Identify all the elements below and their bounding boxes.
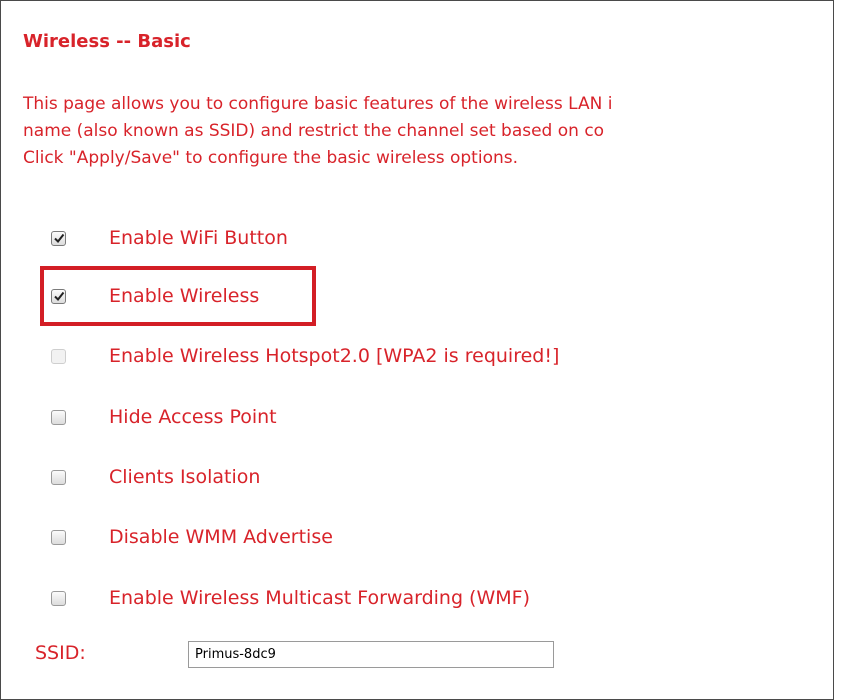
option-enable-hotspot2: Enable Wireless Hotspot2.0 [WPA2 is requ…: [51, 343, 559, 369]
option-hide-access-point[interactable]: Hide Access Point: [51, 404, 277, 430]
option-label: Clients Isolation: [109, 466, 261, 488]
enable-wmf-checkbox[interactable]: [51, 590, 66, 606]
option-label: Disable WMM Advertise: [109, 526, 333, 548]
option-label: Hide Access Point: [109, 406, 277, 428]
option-disable-wmm-advertise[interactable]: Disable WMM Advertise: [51, 524, 333, 550]
option-label: Enable WiFi Button: [109, 227, 288, 249]
hide-access-point-checkbox[interactable]: [51, 409, 66, 425]
enable-hotspot2-checkbox: [51, 348, 66, 364]
checkmark-icon: [53, 233, 64, 244]
disable-wmm-advertise-checkbox[interactable]: [51, 529, 66, 545]
option-label: Enable Wireless Hotspot2.0 [WPA2 is requ…: [109, 345, 560, 367]
ssid-label: SSID:: [35, 642, 86, 664]
option-enable-wifi-button[interactable]: Enable WiFi Button: [51, 225, 288, 251]
option-clients-isolation[interactable]: Clients Isolation: [51, 464, 260, 490]
page-title: Wireless -- Basic: [23, 31, 191, 52]
option-enable-wmf[interactable]: Enable Wireless Multicast Forwarding (WM…: [51, 585, 530, 611]
description-line: This page allows you to configure basic …: [23, 94, 613, 114]
option-label: Enable Wireless Multicast Forwarding (WM…: [109, 587, 530, 609]
highlight-box: [40, 266, 316, 326]
ssid-input[interactable]: [188, 641, 554, 668]
page-description: This page allows you to configure basic …: [23, 91, 833, 172]
content-frame: Wireless -- Basic This page allows you t…: [0, 0, 834, 700]
enable-wifi-button-checkbox[interactable]: [51, 230, 66, 246]
clients-isolation-checkbox[interactable]: [51, 469, 66, 485]
description-line: Click "Apply/Save" to configure the basi…: [23, 148, 519, 168]
description-line: name (also known as SSID) and restrict t…: [23, 121, 605, 141]
